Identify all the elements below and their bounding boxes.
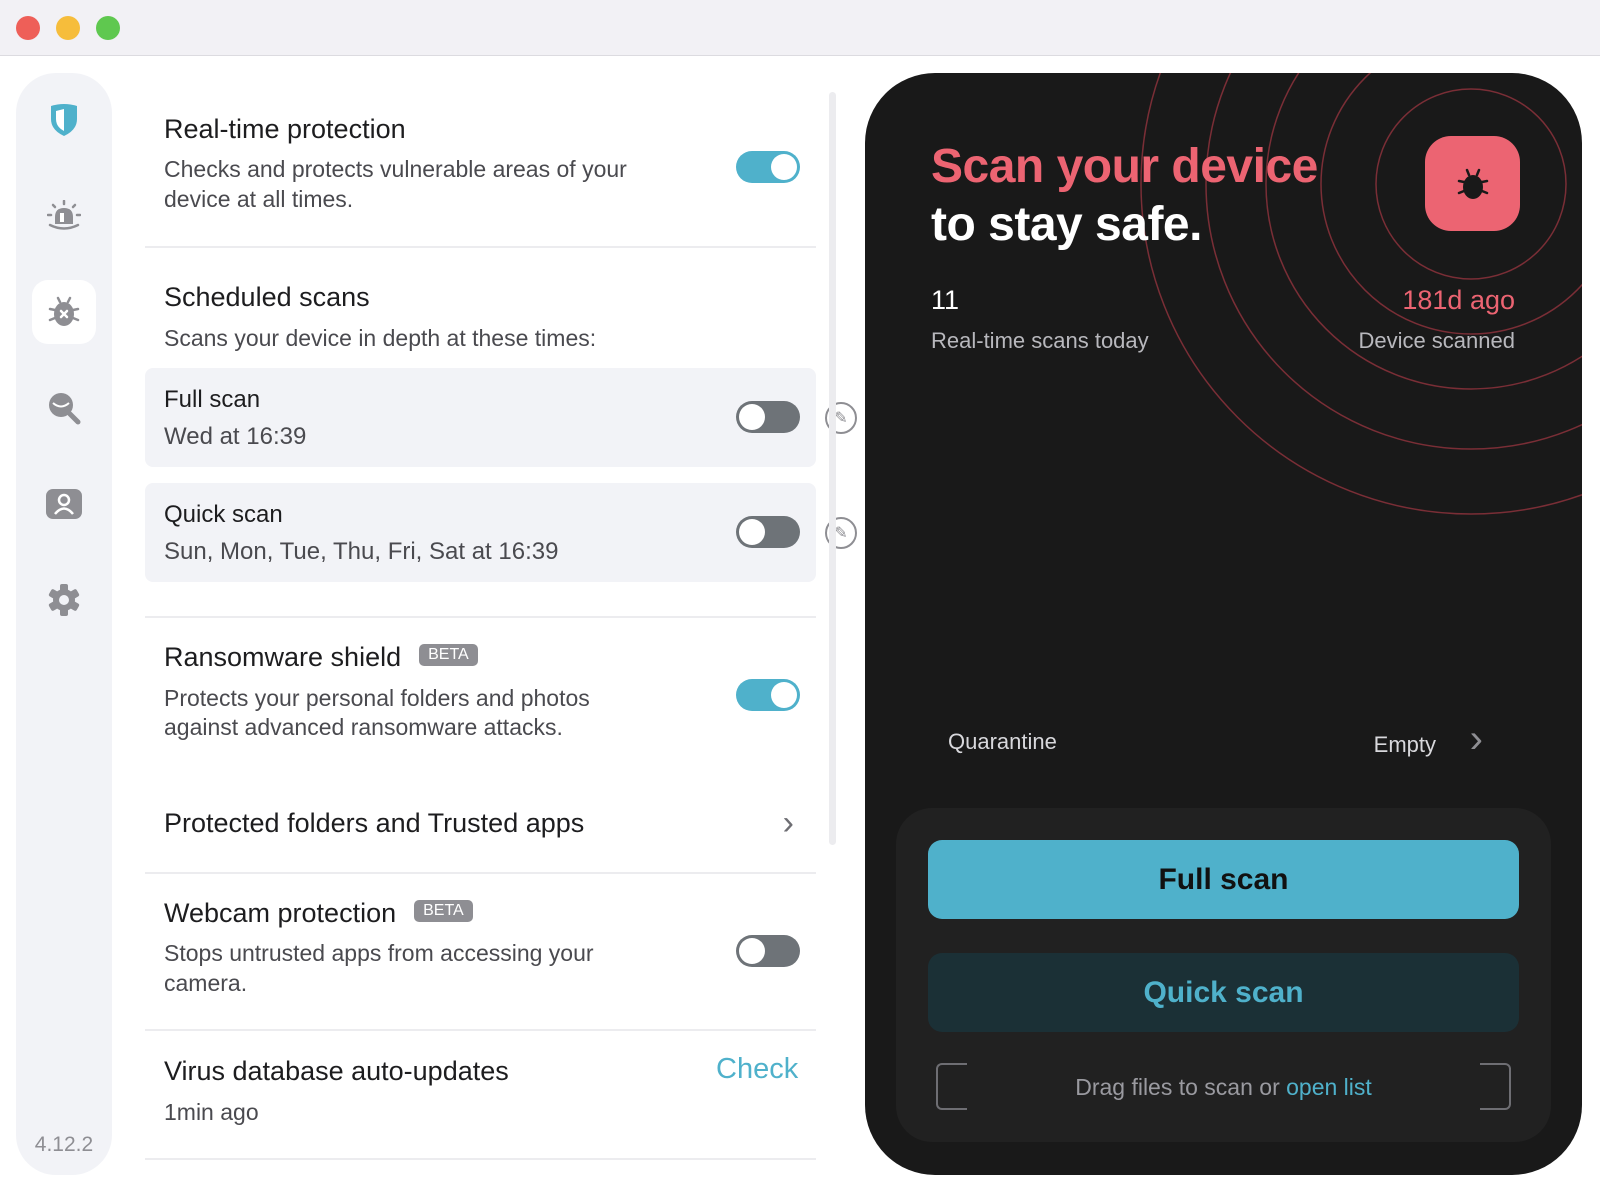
ransomware-desc-line2: against advanced ransomware attacks. [164,714,563,740]
quarantine-label: Quarantine [948,729,1057,754]
beta-badge: BETA [414,899,473,922]
sidebar-item-account[interactable] [32,472,96,536]
realtime-title: Real-time protection [164,114,406,144]
minimize-button[interactable] [56,16,80,40]
bug-icon [1457,168,1488,199]
open-list-link[interactable]: open list [1286,1074,1372,1100]
quarantine-row[interactable]: Quarantine Empty › [931,717,1521,765]
sidebar-item-alerts[interactable] [32,184,96,248]
last-scan-label: Device scanned [1358,328,1515,353]
eye-search-icon [49,393,81,425]
check-updates-link[interactable]: Check [716,1053,798,1086]
quarantine-value: Empty [1373,732,1436,757]
quick-scan-button[interactable]: Quick scan [928,953,1519,1032]
pencil-icon: ✎ [834,410,848,427]
schedule-name: Full scan [164,386,261,413]
sidebar-item-virus-scan[interactable] [32,280,96,344]
divider [145,872,816,874]
quick-scan-schedule: Quick scan Sun, Mon, Tue, Thu, Fri, Sat … [145,483,857,582]
scheduled-desc: Scans your device in depth at these time… [164,325,597,351]
drop-zone[interactable]: Drag files to scan or open list [896,1074,1551,1101]
ransomware-title: Ransomware shield BETA [164,642,478,673]
realtime-desc-line1: Checks and protects vulnerable areas of … [164,156,627,182]
ransomware-toggle[interactable] [736,679,800,711]
user-card-icon [46,489,82,519]
sidebar: 4.12.2 [16,73,112,1175]
ransomware-desc-line1: Protects your personal folders and photo… [164,685,590,711]
protected-folders-label: Protected folders and Trusted apps [164,808,585,838]
full-scan-schedule: Full scan Wed at 16:39 ✎ [145,368,857,467]
shield-icon [51,104,77,136]
divider [145,616,816,618]
scan-panel: Scan your device to stay safe. 11 Real-t… [865,73,1582,1175]
title-bar [0,0,1600,56]
pencil-icon: ✎ [834,525,848,542]
drag-text: Drag files to scan or [1075,1074,1287,1100]
schedule-time: Wed at 16:39 [164,423,307,450]
realtime-desc-line2: device at all times. [164,186,354,212]
scrollbar[interactable] [829,92,836,845]
divider [145,1029,816,1031]
scan-heading-line1: Scan your device [931,140,1318,193]
virus-db-status: 1min ago [164,1099,259,1125]
sidebar-item-protection[interactable] [32,88,96,152]
bug-badge [1425,136,1520,231]
scans-today-label: Real-time scans today [931,328,1149,353]
webcam-toggle[interactable] [736,935,800,967]
sidebar-item-privacy[interactable] [32,376,96,440]
realtime-toggle[interactable] [736,151,800,183]
scheduled-title: Scheduled scans [164,282,370,312]
version-label: 4.12.2 [34,1133,94,1156]
protected-folders-row[interactable]: Protected folders and Trusted apps › [145,796,816,852]
close-button[interactable] [16,16,40,40]
siren-icon [47,200,81,230]
bug-icon [48,296,80,326]
scan-actions: Full scan Quick scan Drag files to scan … [896,808,1551,1142]
beta-badge: BETA [419,643,478,666]
webcam-desc-line2: camera. [164,970,248,996]
zoom-button[interactable] [96,16,120,40]
webcam-title-text: Webcam protection [164,898,397,928]
divider [145,246,816,248]
ransomware-title-text: Ransomware shield [164,642,402,672]
divider [145,1158,816,1160]
chevron-right-icon: › [782,804,794,842]
virus-db-title: Virus database auto-updates [164,1056,509,1086]
gear-icon [48,584,80,616]
schedule-name: Quick scan [164,501,283,528]
full-scan-button[interactable]: Full scan [928,840,1519,919]
full-scan-schedule-toggle[interactable] [736,401,800,433]
quick-scan-schedule-toggle[interactable] [736,516,800,548]
webcam-desc-line1: Stops untrusted apps from accessing your [164,940,594,966]
sidebar-item-settings[interactable] [32,568,96,632]
webcam-title: Webcam protection BETA [164,898,473,929]
last-scan-value: 181d ago [1402,285,1515,315]
scans-today-value: 11 [931,285,960,315]
chevron-right-icon: › [1469,717,1483,761]
scan-heading-line2: to stay safe. [931,198,1202,251]
schedule-time: Sun, Mon, Tue, Thu, Fri, Sat at 16:39 [164,538,559,565]
